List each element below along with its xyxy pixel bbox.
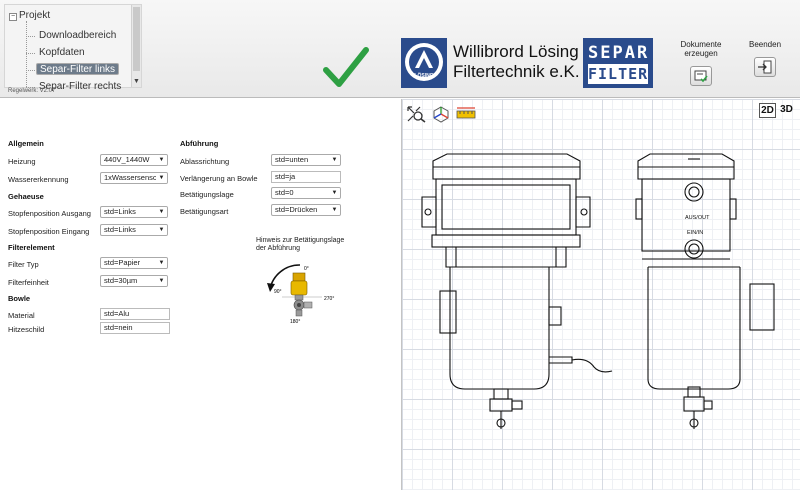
checkmark-icon <box>323 47 369 87</box>
separ-logo-top: SEPAR <box>588 43 650 63</box>
chevron-down-icon: ▼ <box>156 225 167 235</box>
tree-item-separ-filter-links[interactable]: Separ-Filter links <box>36 63 120 75</box>
chevron-down-icon: ▼ <box>156 155 167 165</box>
scrollbar-thumb[interactable] <box>133 7 140 71</box>
heizung-label: Heizung <box>8 157 36 166</box>
collapse-icon[interactable]: − <box>9 13 17 21</box>
chevron-down-icon: ▼ <box>156 207 167 217</box>
tree-connector <box>26 70 35 71</box>
chevron-down-icon: ▼ <box>329 188 340 198</box>
svg-text:0°: 0° <box>304 266 309 272</box>
filter-technical-drawing: AUS/OUT EIN/IN <box>421 153 775 429</box>
valve-orientation-diagram: 0° 90° 270° 180° <box>267 264 334 325</box>
separ-filter-logo: SEPAR FILTER <box>583 38 653 88</box>
company-name: Willibrord Lösing Filtertechnik e.K. <box>453 42 580 82</box>
material-field[interactable]: std=Alu <box>100 308 170 320</box>
svg-text:270°: 270° <box>324 296 334 302</box>
losing-logo-text: LÖSING <box>414 72 433 79</box>
section-gehaeuse: Gehaeuse <box>8 192 44 201</box>
company-line-1: Willibrord Lösing <box>453 42 579 61</box>
filter-side-view <box>421 153 613 429</box>
tree-item-kopfdaten[interactable]: Kopfdaten <box>36 46 88 59</box>
scroll-down-icon[interactable]: ▼ <box>133 78 140 85</box>
filterfeinheit-label: Filterfeinheit <box>8 278 49 287</box>
stopfenposition-eingang-select[interactable]: std=Links ▼ <box>100 224 168 236</box>
chevron-down-icon: ▼ <box>156 276 167 286</box>
chevron-down-icon: ▼ <box>329 155 340 165</box>
tree-connector <box>26 21 27 87</box>
betaetigungslage-select[interactable]: std=0 ▼ <box>271 187 341 199</box>
wassererkennung-select[interactable]: 1xWassersensor ▼ <box>100 172 168 184</box>
drawing-canvas[interactable]: 2D 3D AUS/OUT EIN/IN <box>401 99 800 490</box>
ablassrichtung-label: Ablassrichtung <box>180 157 230 166</box>
generate-documents-button[interactable]: Dokumente erzeugen <box>666 40 736 86</box>
exit-label: Beenden <box>748 40 782 49</box>
filterfeinheit-select[interactable]: std=30µm ▼ <box>100 275 168 287</box>
betaetigungsart-select[interactable]: std=Drücken ▼ <box>271 204 341 216</box>
filter-typ-label: Filter Typ <box>8 260 39 269</box>
svg-text:180°: 180° <box>290 319 300 325</box>
project-tree[interactable]: − Projekt Downloadbereich Kopfdaten Separ… <box>4 4 142 92</box>
port-in-label: EIN/IN <box>687 230 703 236</box>
tree-root[interactable]: − Projekt <box>9 10 50 21</box>
tree-connector <box>26 36 35 37</box>
configuration-form: Allgemein Heizung 440V_1440W ▼ Wassererke… <box>0 99 400 490</box>
hitzeschild-field[interactable]: std=nein <box>100 322 170 334</box>
document-export-icon[interactable] <box>690 66 712 86</box>
section-bowle: Bowle <box>8 294 31 303</box>
exit-button[interactable]: Beenden <box>745 40 785 77</box>
wassererkennung-label: Wassererkennung <box>8 175 69 184</box>
hitzeschild-label: Hitzeschild <box>8 325 45 334</box>
verlaengerung-label: Verlängerung an Bowle <box>180 174 258 183</box>
heizung-select[interactable]: 440V_1440W ▼ <box>100 154 168 166</box>
section-filterelement: Filterelement <box>8 243 55 252</box>
company-line-2: Filtertechnik e.K. <box>453 62 580 81</box>
tree-scrollbar[interactable]: ▼ <box>131 5 141 87</box>
exit-icon[interactable] <box>754 57 776 77</box>
stopfenposition-ausgang-select[interactable]: std=Links ▼ <box>100 206 168 218</box>
chevron-down-icon: ▼ <box>156 258 167 268</box>
port-out-label: AUS/OUT <box>685 215 710 221</box>
stopfenposition-ausgang-label: Stopfenposition Ausgang <box>8 209 91 218</box>
ablassrichtung-select[interactable]: std=unten ▼ <box>271 154 341 166</box>
tree-root-label: Projekt <box>19 10 51 21</box>
betaetigungslage-label: Betätigungslage <box>180 190 234 199</box>
verlaengerung-field[interactable]: std=ja <box>271 171 341 183</box>
svg-text:90°: 90° <box>274 289 282 295</box>
stopfenposition-eingang-label: Stopfenposition Eingang <box>8 227 90 236</box>
separ-logo-bottom: FILTER <box>588 64 649 84</box>
generate-documents-label: Dokumente erzeugen <box>680 40 722 58</box>
betaetigungsart-label: Betätigungsart <box>180 207 229 216</box>
top-bar: − Projekt Downloadbereich Kopfdaten Separ… <box>0 0 800 98</box>
section-abfuehrung: Abführung <box>180 139 219 148</box>
hint-text: Hinweis zur Betätigungslage der Abführun… <box>256 237 345 252</box>
chevron-down-icon: ▼ <box>156 173 167 183</box>
chevron-down-icon: ▼ <box>329 205 340 215</box>
tree-connector <box>26 53 35 54</box>
tree-item-downloadbereich[interactable]: Downloadbereich <box>36 29 119 42</box>
losing-logo: LÖSING <box>401 38 447 88</box>
filter-front-view <box>635 153 775 429</box>
material-label: Material <box>8 311 35 320</box>
section-allgemein: Allgemein <box>8 139 44 148</box>
version-label: Regelwerk: V2.07 <box>8 88 56 94</box>
filter-typ-select[interactable]: std=Papier ▼ <box>100 257 168 269</box>
